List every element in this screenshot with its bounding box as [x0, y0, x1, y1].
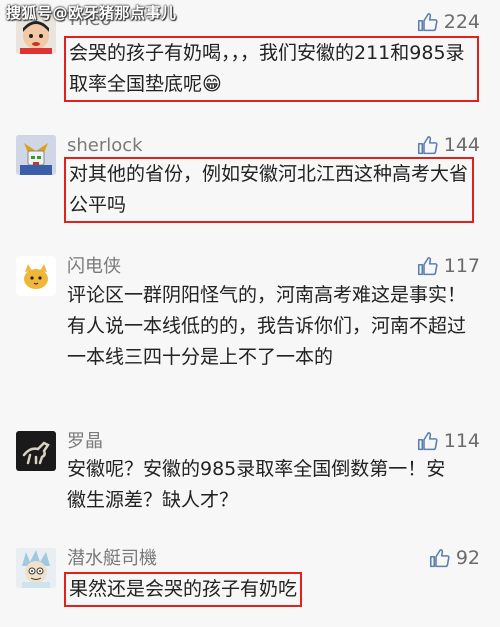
like-button[interactable]: 117: [417, 255, 480, 277]
cat-avatar-icon[interactable]: [16, 256, 56, 296]
comment-text-highlighted: 果然还是会哭的孩子有奶吃: [64, 572, 303, 607]
comment-text-highlighted: 对其他的省份，例如安徽河北江西这种高考大省公平吗: [64, 157, 474, 223]
thumbs-up-icon: [417, 256, 438, 275]
thumbs-up-icon: [417, 12, 438, 31]
rick-avatar-icon[interactable]: [16, 548, 56, 588]
thumbs-up-icon: [417, 431, 438, 450]
like-count: 92: [455, 547, 480, 569]
comment-author[interactable]: 罗晶: [67, 431, 103, 453]
like-count: 144: [443, 134, 480, 156]
comment-author[interactable]: 闪电侠: [67, 256, 121, 278]
horse-statue-avatar-icon[interactable]: [16, 431, 56, 471]
comment-text-highlighted: 会哭的孩子有奶喝，，，我们安徽的211和985录取率全国垫底呢😁: [64, 36, 479, 102]
robot-avatar-icon[interactable]: [16, 135, 56, 175]
like-button[interactable]: 144: [417, 134, 480, 156]
thumbs-up-icon: [417, 135, 438, 154]
like-count: 224: [443, 11, 480, 33]
comment-author[interactable]: 潜水艇司機: [67, 548, 157, 570]
like-button[interactable]: 114: [417, 430, 480, 452]
like-count: 117: [443, 255, 480, 277]
thumbs-up-icon: [429, 548, 450, 567]
comment-author[interactable]: sherlock: [67, 135, 143, 157]
comment-text: 安徽呢？安徽的985录取率全国倒数第一！安徽生源差？缺人才？: [67, 458, 446, 511]
like-button[interactable]: 224: [417, 11, 480, 33]
like-button[interactable]: 92: [429, 547, 480, 569]
watermark: 搜狐号@欧牙猪那点事儿: [6, 4, 177, 22]
comment-text: 评论区一群阴阳怪气的，河南高考难这是事实！有人说一本线低的的，我告诉你们，河南不…: [67, 284, 467, 368]
like-count: 114: [443, 430, 480, 452]
